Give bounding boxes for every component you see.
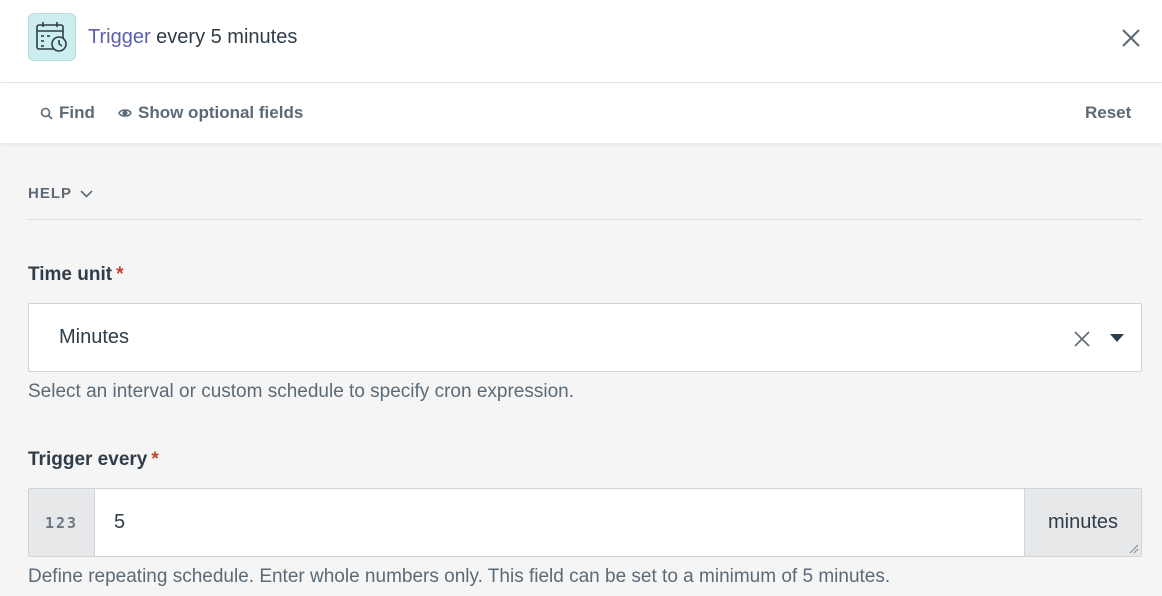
page-title: Trigger every 5 minutes — [88, 24, 297, 50]
resize-handle-icon[interactable] — [1127, 542, 1139, 554]
find-button[interactable]: Find — [40, 102, 95, 124]
trigger-every-label: Trigger every * — [28, 449, 159, 471]
toolbar: Find Show optional fields Reset — [0, 83, 1162, 143]
reset-button[interactable]: Reset — [1085, 102, 1131, 124]
time-unit-hint: Select an interval or custom schedule to… — [28, 381, 574, 402]
number-type-badge: 123 — [29, 489, 95, 556]
help-toggle[interactable]: HELP — [28, 185, 93, 202]
time-unit-label-text: Time unit — [28, 264, 113, 285]
show-optional-fields-button[interactable]: Show optional fields — [118, 102, 303, 124]
trigger-every-label-text: Trigger every — [28, 449, 148, 470]
find-label: Find — [59, 103, 95, 122]
time-unit-label: Time unit * — [28, 264, 124, 286]
clear-icon — [1074, 331, 1090, 347]
eye-icon — [118, 109, 132, 117]
close-icon — [1122, 29, 1140, 47]
close-button[interactable] — [1117, 24, 1145, 52]
required-marker: * — [151, 449, 159, 470]
search-icon — [40, 107, 53, 120]
calendar-clock-icon — [28, 13, 76, 61]
title-description: every 5 minutes — [150, 26, 298, 48]
clear-selection-button[interactable] — [1071, 328, 1093, 350]
time-unit-value: Minutes — [59, 326, 130, 348]
trigger-every-field: 123 minutes — [28, 488, 1142, 557]
divider — [28, 219, 1142, 220]
trigger-every-input[interactable] — [96, 489, 1024, 556]
dropdown-caret-icon[interactable] — [1109, 330, 1125, 346]
unit-suffix: minutes — [1024, 489, 1141, 556]
chevron-down-icon — [80, 189, 93, 198]
trigger-every-hint: Define repeating schedule. Enter whole n… — [28, 566, 891, 587]
optional-fields-label: Show optional fields — [138, 103, 304, 122]
required-marker: * — [116, 264, 124, 285]
panel-header: Trigger every 5 minutes — [0, 0, 1162, 83]
help-label: HELP — [28, 185, 73, 202]
time-unit-select[interactable]: Minutes — [28, 303, 1142, 372]
trigger-title-link[interactable]: Trigger — [88, 26, 151, 48]
